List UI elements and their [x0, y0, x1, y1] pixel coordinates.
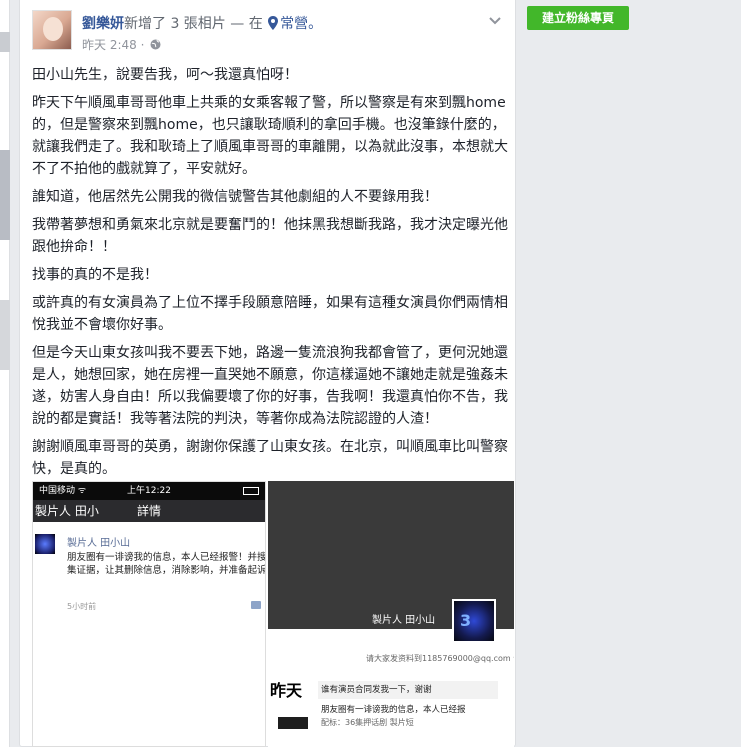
post-paragraph: 找事的真的不是我！ [32, 267, 158, 283]
comment-icon [251, 601, 261, 609]
post-paragraph: 田小山先生，說要告我，呵～我還真怕呀！ [32, 67, 298, 83]
profile-day-label: 昨天 [270, 681, 303, 700]
phone-back-label: 製片人 田小 [35, 504, 99, 518]
post-meta: 昨天 2:48 · [82, 36, 161, 53]
create-page-button[interactable]: 建立粉絲專頁 [527, 6, 629, 30]
photo-grid: 中国移动 ᯤ 上午12:22 製片人 田小 詳情 製片人 田小山 朋友圈有一诽谤… [32, 481, 514, 747]
author-name[interactable]: 劉樂妍 [82, 16, 124, 32]
photo-wechat-moment[interactable]: 中国移动 ᯤ 上午12:22 製片人 田小 詳情 製片人 田小山 朋友圈有一诽谤… [32, 481, 266, 747]
post-headline: 劉樂妍新增了 3 張相片 — 在 常營。 [82, 13, 322, 33]
profile-post-thumb [278, 717, 308, 729]
profile-post-row: 谁有演员合同发我一下，谢谢 [318, 681, 498, 699]
profile-avatar-text: 3 [460, 611, 472, 630]
profile-name: 製片人 田小山 [372, 615, 436, 626]
phone-nav-title: 詳情 [137, 504, 162, 518]
profile-post-caption: 配标：36集押话剧 製片短 [321, 718, 414, 727]
profile-avatar: 3 [452, 599, 496, 643]
post-header: 劉樂妍新增了 3 張相片 — 在 常營。 昨天 2:48 · [32, 10, 503, 54]
moment-time: 5小时前 [67, 602, 97, 611]
moment-author: 製片人 田小山 [67, 538, 131, 549]
post-paragraph: 但是今天山東女孩叫我不要丟下她，路邊一隻流浪狗我都會管了，更何況她還是人，她想回… [32, 345, 508, 427]
post-body: 田小山先生，說要告我，呵～我還真怕呀！ 昨天下午順風車哥哥他車上共乘的女乘客報了… [32, 64, 508, 486]
phone-nav-bar: 製片人 田小 詳情 [33, 500, 265, 522]
photo-profile-screenshot[interactable]: 製片人 田小山 3 请大家发资料到1185769000@qq.com 谢谢 昨天… [268, 481, 514, 747]
profile-post-row: 朋友圈有一诽谤我的信息，本人已经报 [321, 705, 466, 715]
phone-status-bar: 中国移动 ᯤ 上午12:22 [33, 482, 265, 500]
left-edge-thumb [0, 32, 10, 52]
location-pin-icon [267, 16, 279, 30]
author-avatar[interactable] [32, 10, 72, 50]
carrier-label: 中国移动 ᯤ [39, 486, 87, 496]
post-paragraph: 我帶著夢想和勇氣來北京就是要奮鬥的！他抹黑我想斷我路，我才決定曝光他跟他拚命！！ [32, 217, 508, 255]
phone-time: 上午12:22 [127, 486, 171, 496]
left-edge-thumb [0, 300, 10, 370]
post-paragraph: 誰知道，他居然先公開我的微信號警告其他劇組的人不要錄用我！ [32, 189, 438, 205]
left-column-edge [0, 0, 10, 747]
post-options-chevron-icon[interactable] [487, 12, 503, 28]
globe-icon [150, 39, 161, 50]
moment-text: 朋友圈有一诽谤我的信息，本人已经报警！并搜集证据，让其删除信息，消除影响，并准备… [67, 552, 266, 576]
post-paragraph: 謝謝順風車哥哥的英勇，謝謝你保護了山東女孩。在北京，叫順風車比叫警察快，是真的。 [32, 439, 508, 477]
profile-contact: 请大家发资料到1185769000@qq.com 谢谢 [366, 654, 514, 663]
location-link[interactable]: 常營。 [280, 16, 322, 32]
post-paragraph: 或許真的有女演員為了上位不擇手段願意陪睡，如果有這種女演員你們兩情相悅我並不會壞… [32, 295, 508, 333]
post-action: 新增了 3 張相片 — 在 [124, 16, 263, 32]
feed-post: 劉樂妍新增了 3 張相片 — 在 常營。 昨天 2:48 · 田小山先生，說要告… [19, 0, 516, 747]
post-paragraph: 昨天下午順風車哥哥他車上共乘的女乘客報了警，所以警察是有來到飄home的，但是警… [32, 95, 508, 177]
moment-entry: 製片人 田小山 朋友圈有一诽谤我的信息，本人已经报警！并搜集证据，让其删除信息，… [33, 522, 266, 746]
battery-icon [243, 487, 259, 495]
left-edge-thumb [0, 150, 10, 240]
moment-avatar [35, 534, 55, 554]
post-timestamp[interactable]: 昨天 2:48 · [82, 38, 144, 52]
